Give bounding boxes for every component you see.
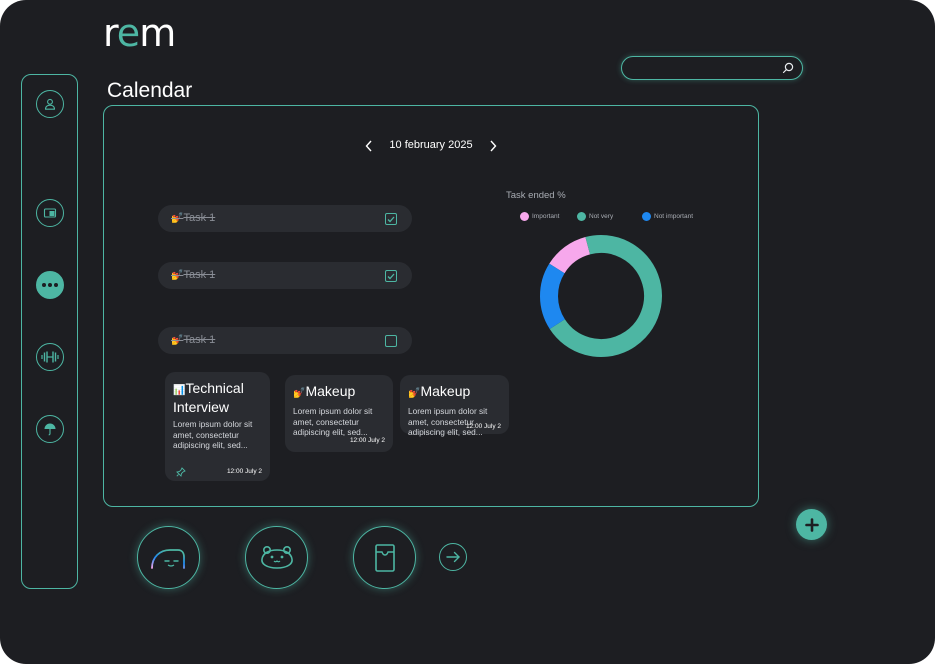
plus-icon (804, 517, 819, 532)
task-emoji: 💅 (171, 270, 184, 281)
app-logo: rem (103, 11, 176, 55)
logo-accent: e (116, 11, 140, 55)
legend-label: Not very (589, 212, 614, 220)
sidebar-item-fitness[interactable] (36, 343, 64, 371)
task-text: Task 1 (183, 269, 216, 281)
logo-suffix: m (139, 11, 176, 55)
task-label: 💅Task 1 (171, 212, 215, 224)
umbrella-icon (44, 423, 56, 436)
event-emoji: 💅 (408, 388, 421, 399)
sidebar-item-weather[interactable] (36, 415, 64, 443)
legend-label: Not important (654, 212, 694, 220)
task-emoji: 💅 (171, 213, 184, 224)
cup-icon (374, 543, 395, 572)
legend-label: Important (532, 212, 560, 220)
event-card[interactable]: 📊Technical Interview Lorem ipsum dolor s… (165, 372, 270, 481)
task-checkbox[interactable] (385, 335, 397, 347)
sidebar (21, 74, 78, 589)
chevron-right-icon (490, 140, 497, 152)
legend-item-not-important: Not important (642, 211, 693, 221)
legend-swatch (577, 211, 586, 221)
prev-date-button[interactable] (362, 137, 376, 155)
donut-chart (540, 235, 662, 357)
event-emoji: 📊 (173, 385, 186, 396)
date-navigator: 10 february 2025 (362, 137, 500, 155)
legend-swatch (520, 211, 529, 221)
event-emoji: 💅 (293, 388, 306, 399)
check-icon (387, 273, 395, 279)
event-title: 📊Technical Interview (173, 380, 262, 415)
legend-swatch (642, 211, 651, 221)
sidebar-item-more[interactable] (36, 271, 64, 299)
event-time: 12:00 July 2 (349, 437, 385, 444)
app-window: rem Calendar 10 february 2025 💅Task 1 💅T… (0, 0, 935, 664)
task-item[interactable]: 💅Task 1 (158, 262, 412, 289)
page-title: Calendar (107, 79, 193, 102)
task-item[interactable]: 💅Task 1 (158, 327, 412, 354)
event-time: 12:00 July 2 (465, 423, 501, 430)
logo-prefix: r (103, 11, 118, 55)
card-icon (43, 208, 57, 218)
search-bar (621, 56, 803, 80)
user-icon (44, 98, 56, 110)
task-text: Task 1 (183, 334, 216, 346)
chevron-left-icon (365, 140, 372, 152)
check-icon (387, 216, 395, 222)
task-label: 💅Task 1 (171, 269, 215, 281)
task-emoji: 💅 (171, 335, 184, 346)
drink-button[interactable] (353, 526, 416, 589)
mood-button[interactable] (137, 526, 200, 589)
search-input[interactable] (632, 59, 776, 77)
chart-title: Task ended % (506, 190, 566, 201)
task-checkbox[interactable] (385, 213, 397, 225)
sidebar-item-profile[interactable] (36, 90, 64, 118)
legend-item-important: Important (520, 211, 559, 221)
more-icon (42, 283, 58, 287)
event-title: 💅Makeup (293, 383, 385, 402)
bear-button[interactable] (245, 526, 308, 589)
dumbbell-icon (41, 351, 59, 363)
event-description: Lorem ipsum dolor sit amet, consectetur … (293, 406, 373, 437)
task-checkbox[interactable] (385, 270, 397, 282)
event-description: Lorem ipsum dolor sit amet, consectetur … (408, 406, 488, 437)
current-date: 10 february 2025 (389, 139, 473, 151)
event-title-text: Makeup (420, 383, 471, 399)
arrow-right-circle-icon (446, 551, 460, 563)
legend-item-not-very: Not very (577, 211, 613, 221)
search-icon[interactable] (781, 61, 795, 75)
next-button[interactable] (439, 543, 467, 571)
pin-icon[interactable] (176, 464, 186, 482)
task-item[interactable]: 💅Task 1 (158, 205, 412, 232)
add-button[interactable] (796, 509, 827, 540)
next-date-button[interactable] (486, 137, 500, 155)
sidebar-item-cards[interactable] (36, 199, 64, 227)
bear-face-icon (260, 545, 293, 569)
task-label: 💅Task 1 (171, 334, 215, 346)
face-gauge-icon (150, 548, 185, 569)
event-title-text: Makeup (305, 383, 356, 399)
task-text: Task 1 (183, 212, 216, 224)
event-card[interactable]: 💅Makeup Lorem ipsum dolor sit amet, cons… (285, 375, 393, 452)
event-title: 💅Makeup (408, 383, 501, 402)
event-time: 12:00 July 2 (226, 468, 262, 475)
donut-slice-important (549, 237, 591, 274)
donut-slice-not-important (540, 263, 566, 330)
event-description: Lorem ipsum dolor sit amet, consectetur … (173, 419, 253, 450)
event-card[interactable]: 💅Makeup Lorem ipsum dolor sit amet, cons… (400, 375, 509, 437)
